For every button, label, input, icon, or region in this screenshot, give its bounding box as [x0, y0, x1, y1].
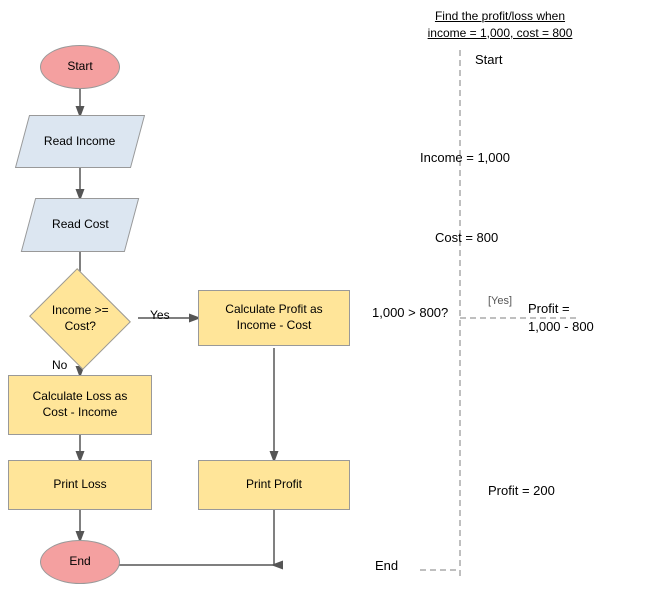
end-shape: End — [40, 540, 120, 584]
read-cost-shape: Read Cost — [21, 198, 139, 252]
calc-profit-shape: Calculate Profit asIncome - Cost — [198, 290, 350, 346]
print-profit-label: Print Profit — [246, 477, 302, 493]
decision-shape: Income >= Cost? — [29, 268, 131, 370]
calc-loss-label: Calculate Loss asCost - Income — [33, 389, 128, 420]
trace-yes-branch: [Yes] — [488, 295, 512, 307]
trace-cost: Cost = 800 — [435, 230, 498, 245]
trace-profit-result: Profit = 200 — [488, 483, 555, 498]
print-loss-shape: Print Loss — [8, 460, 152, 510]
calc-profit-label: Calculate Profit asIncome - Cost — [225, 302, 322, 333]
calc-loss-shape: Calculate Loss asCost - Income — [8, 375, 152, 435]
end-label: End — [69, 554, 90, 570]
yes-label: Yes — [150, 308, 170, 322]
trace-panel: Find the profit/loss whenincome = 1,000,… — [360, 0, 649, 611]
trace-profit-calc: Profit =1,000 - 800 — [528, 300, 594, 336]
diagram-container: Start Read Income Read Cost Income >= Co… — [0, 0, 649, 611]
trace-title: Find the profit/loss whenincome = 1,000,… — [390, 4, 610, 42]
decision-label: Income >= Cost? — [43, 303, 117, 334]
print-profit-shape: Print Profit — [198, 460, 350, 510]
start-label: Start — [67, 59, 92, 75]
read-income-shape: Read Income — [15, 115, 145, 168]
trace-start: Start — [475, 52, 502, 67]
trace-income: Income = 1,000 — [420, 150, 510, 165]
print-loss-label: Print Loss — [53, 477, 106, 493]
no-label: No — [52, 358, 67, 372]
trace-end: End — [375, 558, 398, 573]
start-shape: Start — [40, 45, 120, 89]
read-cost-label: Read Cost — [52, 217, 109, 233]
trace-decision: 1,000 > 800? — [372, 305, 448, 320]
read-income-label: Read Income — [44, 134, 115, 150]
trace-title-text: Find the profit/loss whenincome = 1,000,… — [428, 9, 573, 40]
